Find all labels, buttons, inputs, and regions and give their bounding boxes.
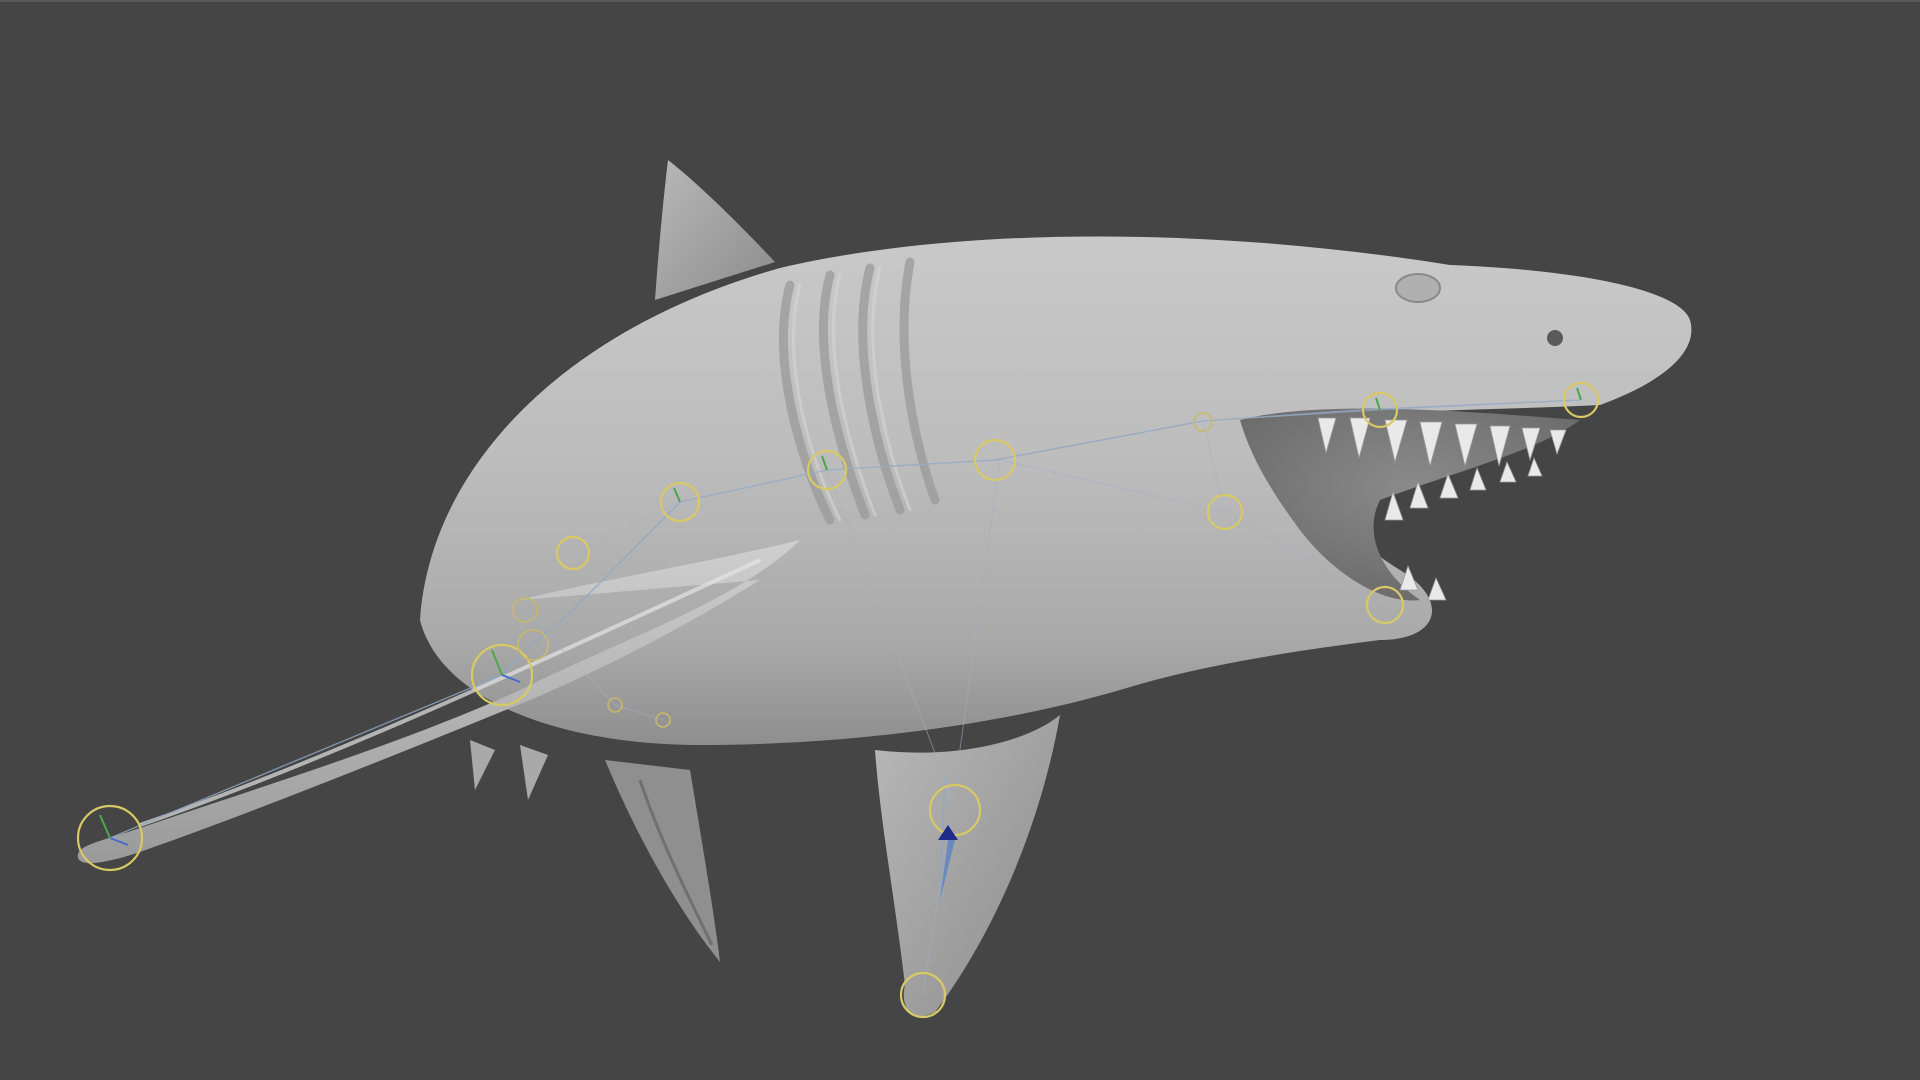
eye — [1395, 273, 1441, 303]
pectoral-fin — [875, 715, 1060, 1017]
viewport-canvas[interactable] — [0, 0, 1920, 1080]
3d-viewport[interactable] — [0, 0, 1920, 1080]
nostril — [1547, 330, 1563, 346]
pelvic-fin — [605, 760, 720, 962]
shark-body — [420, 236, 1692, 745]
